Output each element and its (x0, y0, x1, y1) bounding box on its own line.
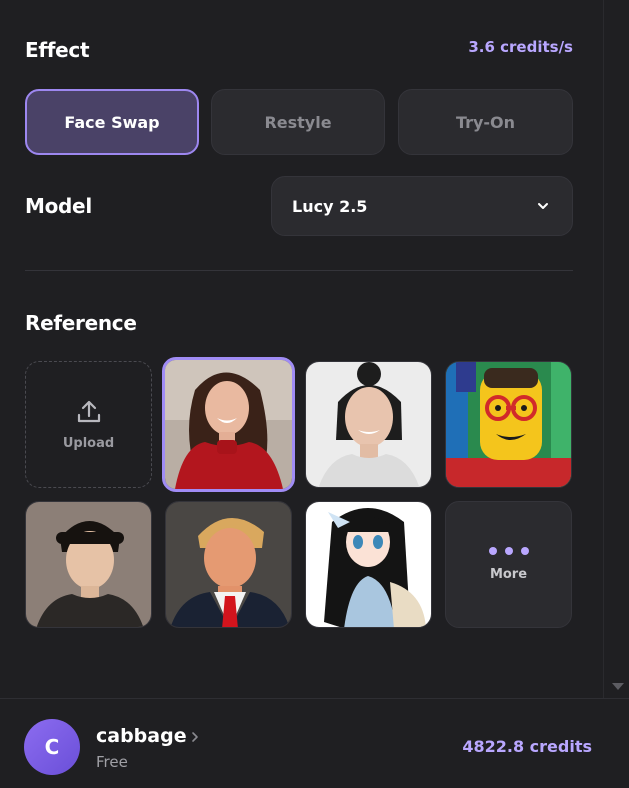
reference-item[interactable] (445, 361, 572, 488)
model-select[interactable]: Lucy 2.5 (271, 176, 573, 236)
portrait-lego-figure-glasses-icon (446, 362, 571, 487)
credits-rate: 3.6 credits/s (468, 38, 573, 56)
try-on-button[interactable]: Try-On (398, 89, 573, 155)
chevron-right-icon[interactable] (190, 731, 200, 743)
effect-panel: Effect 3.6 credits/s Face Swap Restyle T… (0, 0, 629, 788)
upload-icon (77, 400, 100, 423)
portrait-woman-red-sweater-icon (165, 360, 292, 489)
plan-label: Free (96, 753, 128, 771)
model-title: Model (25, 194, 92, 218)
reference-title: Reference (25, 311, 137, 335)
reference-item[interactable] (165, 501, 292, 628)
upload-button[interactable]: Upload (25, 361, 152, 488)
portrait-anime-girl-icon (306, 502, 431, 627)
portrait-woman-dark-hair-bun-icon (306, 362, 431, 487)
portrait-young-man-icon (26, 502, 151, 627)
scrollbar[interactable] (603, 0, 629, 700)
effect-title: Effect (25, 38, 90, 62)
scroll-down-icon[interactable] (612, 683, 624, 690)
username[interactable]: cabbage (96, 725, 187, 747)
divider (25, 270, 573, 271)
more-button[interactable]: More (445, 501, 572, 628)
reference-item[interactable] (305, 361, 432, 488)
face-swap-button[interactable]: Face Swap (25, 89, 199, 155)
model-selected-value: Lucy 2.5 (292, 196, 368, 216)
portrait-man-suit-red-tie-icon (166, 502, 291, 627)
restyle-button[interactable]: Restyle (211, 89, 385, 155)
more-dots-icon (488, 547, 529, 555)
upload-label: Upload (62, 436, 115, 451)
reference-item[interactable] (25, 501, 152, 628)
reference-item[interactable] (305, 501, 432, 628)
credits-balance: 4822.8 credits (462, 737, 592, 756)
chevron-down-icon (538, 203, 548, 209)
reference-item[interactable] (162, 357, 295, 492)
user-footer: C cabbage Free 4822.8 credits (0, 698, 629, 788)
avatar[interactable]: C (24, 719, 80, 775)
more-label: More (489, 567, 528, 582)
